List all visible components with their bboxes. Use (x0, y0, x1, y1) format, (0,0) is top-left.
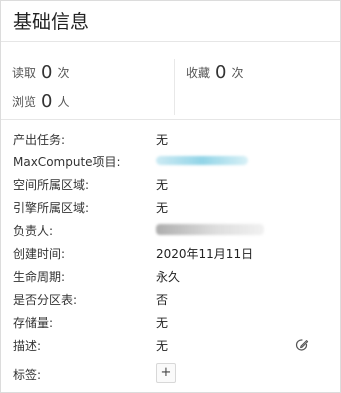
engine-region-value: 无 (156, 201, 169, 215)
storage-label: 存储量: (13, 316, 54, 330)
stat-read-unit: 次 (57, 66, 70, 80)
row-lifecycle: 生命周期: 永久 (1, 265, 340, 287)
output-task-label: 产出任务: (13, 133, 66, 147)
output-task-value: 无 (156, 133, 169, 147)
row-tags: 标签: + (1, 363, 340, 385)
stat-view-unit: 人 (57, 95, 70, 109)
row-space-region: 空间所属区域: 无 (1, 173, 340, 195)
stat-read: 读取 0 次 (12, 61, 70, 83)
panel-title: 基础信息 (13, 11, 90, 33)
partitioned-value: 否 (156, 293, 169, 307)
row-maxcompute-project: MaxCompute项目: (1, 150, 340, 172)
stat-favorite-label: 收藏 (186, 66, 211, 80)
description-value: 无 (156, 339, 169, 353)
stat-favorite-unit: 次 (231, 66, 244, 80)
description-label: 描述: (13, 339, 42, 353)
row-created-time: 创建时间: 2020年11月11日 (1, 242, 340, 264)
stat-favorite-value: 0 (215, 62, 227, 83)
space-region-value: 无 (156, 178, 169, 192)
stat-view-label: 浏览 (12, 95, 37, 109)
stat-view-value: 0 (41, 91, 53, 112)
maxcompute-project-label: MaxCompute项目: (13, 155, 121, 169)
owner-value-redacted (156, 224, 264, 235)
stats-vertical-divider (174, 59, 175, 115)
basic-info-panel: 基础信息 读取 0 次 浏览 0 人 收藏 0 次 产出任务: 无 MaxCompute项目… (0, 0, 341, 393)
add-tag-button[interactable]: + (156, 363, 176, 383)
row-engine-region: 引擎所属区域: 无 (1, 196, 340, 218)
created-time-label: 创建时间: (13, 247, 66, 261)
partitioned-label: 是否分区表: (13, 293, 78, 307)
row-owner: 负责人: (1, 219, 340, 241)
created-time-value: 2020年11月11日 (156, 247, 254, 261)
owner-label: 负责人: (13, 224, 54, 238)
stat-favorite: 收藏 0 次 (186, 61, 244, 83)
space-region-label: 空间所属区域: (13, 178, 90, 192)
engine-region-label: 引擎所属区域: (13, 201, 90, 215)
header-divider (1, 41, 340, 42)
tags-label: 标签: (13, 368, 42, 382)
lifecycle-label: 生命周期: (13, 270, 66, 284)
stats-divider (1, 119, 340, 120)
lifecycle-value: 永久 (156, 270, 181, 284)
storage-value: 无 (156, 316, 169, 330)
stat-read-label: 读取 (12, 66, 37, 80)
row-storage: 存储量: 无 (1, 311, 340, 333)
edit-icon[interactable] (295, 338, 309, 352)
maxcompute-project-value-redacted[interactable] (156, 156, 248, 165)
row-output-task: 产出任务: 无 (1, 128, 340, 150)
stat-view: 浏览 0 人 (12, 90, 70, 112)
row-description: 描述: 无 (1, 334, 340, 356)
stat-read-value: 0 (41, 62, 53, 83)
row-partitioned: 是否分区表: 否 (1, 288, 340, 310)
